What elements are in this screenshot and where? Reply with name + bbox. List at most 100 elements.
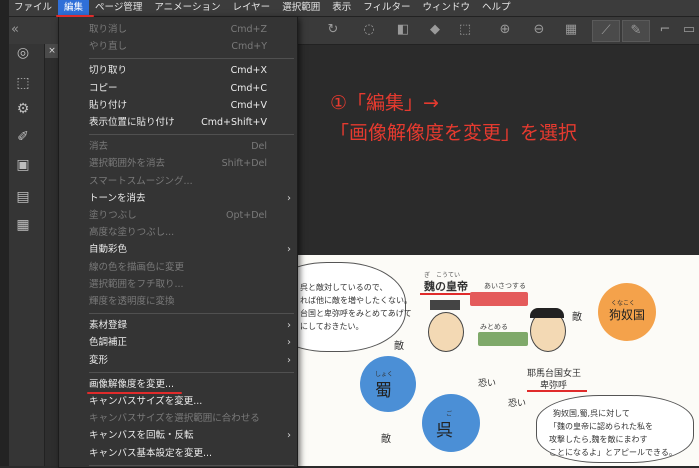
menu-item-4[interactable]: レイヤー bbox=[226, 0, 276, 16]
submenu-arrow-icon: › bbox=[287, 430, 291, 442]
greet-label: あいさつする bbox=[484, 282, 526, 290]
recognize-arrow bbox=[478, 332, 528, 346]
bubble-line-1: 呉と敵対しているので、 bbox=[300, 283, 388, 292]
edit-menu-item[interactable]: 表示位置に貼り付け Cmd+Shift+V bbox=[59, 114, 297, 131]
menu-separator bbox=[89, 134, 294, 136]
kunu-label: 狗奴国 bbox=[609, 308, 646, 322]
zoom-in-icon[interactable]: ⊕ bbox=[496, 20, 514, 40]
edit-menu-item[interactable]: キャンバス基本設定を変更... bbox=[59, 445, 297, 462]
menu-item-label: 取り消し bbox=[89, 24, 128, 35]
edit-menu-item: 塗りつぶし Opt+Del bbox=[59, 207, 297, 224]
edit-menu-item: 選択範囲をフチ取り... bbox=[59, 276, 297, 293]
menu-item-3[interactable]: アニメーション bbox=[148, 0, 226, 16]
fill-icon[interactable]: ◆ bbox=[426, 20, 444, 40]
ruler-icon[interactable]: ⟋ bbox=[592, 20, 620, 42]
canvas-background bbox=[296, 44, 699, 255]
menu-item-label: 線の色を描画色に変更 bbox=[89, 261, 185, 273]
edit-menu-item[interactable]: 変形 › bbox=[59, 352, 297, 369]
menu-separator bbox=[89, 58, 294, 60]
menu-item-shortcut: Cmd+Shift+V bbox=[201, 117, 267, 128]
menu-item-label: 素材登録 bbox=[89, 320, 128, 332]
wu-label: 呉 bbox=[436, 421, 453, 441]
instruction-line-2: 「画像解像度を変更」を選択 bbox=[330, 122, 578, 144]
deselect-icon[interactable]: ◌ bbox=[360, 20, 378, 40]
grid-icon[interactable]: ▦ bbox=[562, 20, 580, 40]
menu-item-5[interactable]: 選択範囲 bbox=[276, 0, 326, 16]
menu-item-label: 色調補正 bbox=[89, 337, 128, 349]
selection-tool-icon[interactable]: ⬚ bbox=[14, 74, 32, 92]
menu-item-0[interactable]: ファイル bbox=[8, 0, 58, 16]
shu-label: 蜀 bbox=[375, 381, 392, 401]
redo-icon[interactable]: ↻ bbox=[324, 20, 342, 40]
edit-menu-item: 消去 Del bbox=[59, 138, 297, 155]
edit-menu-item[interactable]: 素材登録 › bbox=[59, 317, 297, 334]
menu-item-shortcut: Cmd+Z bbox=[230, 24, 267, 35]
submenu-arrow-icon: › bbox=[287, 337, 291, 349]
eyedropper-icon[interactable]: ✐ bbox=[14, 128, 32, 146]
queen-bubble-line-1: 狗奴国,蜀,呉に対して bbox=[553, 409, 630, 418]
tab-close-icon[interactable]: × bbox=[45, 44, 59, 58]
auto-select-icon[interactable]: ⚙ bbox=[14, 100, 32, 118]
menu-item-label: 高度な塗りつぶし... bbox=[89, 227, 175, 239]
fear-label-2: 恐い bbox=[508, 399, 527, 409]
menu-item-shortcut: Cmd+Y bbox=[231, 41, 267, 53]
menu-item-label: コピー bbox=[89, 82, 118, 94]
queen-bubble-line-3: 攻撃したら,魏を敵にまわす bbox=[549, 435, 648, 444]
left-edge bbox=[0, 0, 9, 466]
zoom-out-icon[interactable]: ⊖ bbox=[530, 20, 548, 40]
edit-menu-item: 線の色を描画色に変更 bbox=[59, 259, 297, 276]
edit-menu-item[interactable]: 切り取り Cmd+X bbox=[59, 62, 297, 79]
menu-item-label: 自動彩色 bbox=[89, 244, 128, 256]
menu-separator bbox=[89, 371, 294, 373]
edit-menu-item[interactable]: 自動彩色 › bbox=[59, 241, 297, 258]
edit-menu-item[interactable]: 画像解像度を変更... bbox=[59, 376, 297, 393]
menu-item-label: 選択範囲外を消去 bbox=[89, 158, 166, 170]
invert-selection-icon[interactable]: ◧ bbox=[394, 20, 412, 40]
edit-menu-item[interactable]: コピー Cmd+C bbox=[59, 80, 297, 97]
collapse-icon[interactable]: « bbox=[8, 20, 22, 40]
edit-menu: 取り消し Cmd+Z やり直し Cmd+Y 切り取り Cmd+X コピー Cmd+C 貼り付け C… bbox=[58, 16, 298, 468]
menu-item-2[interactable]: ページ管理 bbox=[89, 0, 148, 16]
brush-icon[interactable]: ⌐ bbox=[656, 20, 674, 40]
menu-item-label: 塗りつぶし bbox=[89, 210, 137, 221]
edit-menu-item[interactable]: トーンを消去 › bbox=[59, 190, 297, 207]
menu-item-label: やり直し bbox=[89, 41, 128, 53]
menu-item-8[interactable]: ウィンドウ bbox=[417, 0, 477, 16]
edit-menu-item: 輝度を透明度に変換 bbox=[59, 293, 297, 310]
menu-item-label: 消去 bbox=[89, 141, 109, 153]
edit-menu-item: 取り消し Cmd+Z bbox=[59, 21, 297, 38]
eraser-icon[interactable]: ▭ bbox=[682, 20, 696, 40]
edit-menu-item[interactable]: 貼り付け Cmd+V bbox=[59, 97, 297, 114]
menu-item-9[interactable]: ヘルプ bbox=[476, 0, 517, 16]
transform-icon[interactable]: ⬚ bbox=[456, 20, 474, 40]
edit-menu-item[interactable]: キャンバスサイズを変更... bbox=[59, 393, 297, 410]
emperor-face bbox=[428, 312, 464, 352]
menu-item-shortcut: Opt+Del bbox=[226, 210, 267, 221]
menu-item-label: キャンバスを回転・反転 bbox=[89, 430, 194, 442]
bubble-line-2: れば他に敵を増やしたくない。 bbox=[300, 296, 412, 305]
edit-menu-highlight bbox=[56, 15, 94, 17]
frame-tool-icon[interactable]: ▤ bbox=[14, 188, 32, 206]
menu-item-label: 表示位置に貼り付け bbox=[89, 117, 175, 128]
queen-bubble-line-2: 「魏の皇帝に認められた私を bbox=[549, 422, 653, 431]
pen-icon[interactable]: ✎ bbox=[622, 20, 650, 42]
edit-menu-item[interactable]: キャンバスを回転・反転 › bbox=[59, 427, 297, 444]
layer-tool-icon[interactable]: ▦ bbox=[14, 216, 32, 234]
menu-item-6[interactable]: 表示 bbox=[326, 0, 357, 16]
menu-item-shortcut: Cmd+V bbox=[230, 99, 267, 111]
menu-item-1[interactable]: 編集 bbox=[58, 0, 90, 16]
menu-item-shortcut: Cmd+C bbox=[230, 82, 267, 94]
menu-separator bbox=[89, 313, 294, 315]
menu-item-shortcut: Shift+Del bbox=[221, 158, 267, 170]
instruction-line-1: ①「編集」→ bbox=[330, 92, 439, 114]
figure-tool-icon[interactable]: ▣ bbox=[14, 156, 32, 174]
submenu-arrow-icon: › bbox=[287, 244, 291, 256]
edit-menu-item[interactable]: 色調補正 › bbox=[59, 334, 297, 351]
menu-item-label: 輝度を透明度に変換 bbox=[89, 296, 175, 307]
menu-item-label: キャンバスサイズを変更... bbox=[89, 396, 203, 407]
submenu-arrow-icon: › bbox=[287, 192, 291, 204]
menu-item-7[interactable]: フィルター bbox=[357, 0, 416, 16]
zoom-tool-icon[interactable]: ◎ bbox=[14, 44, 32, 62]
menu-item-shortcut: Del bbox=[251, 141, 267, 153]
edit-menu-item: やり直し Cmd+Y bbox=[59, 38, 297, 55]
